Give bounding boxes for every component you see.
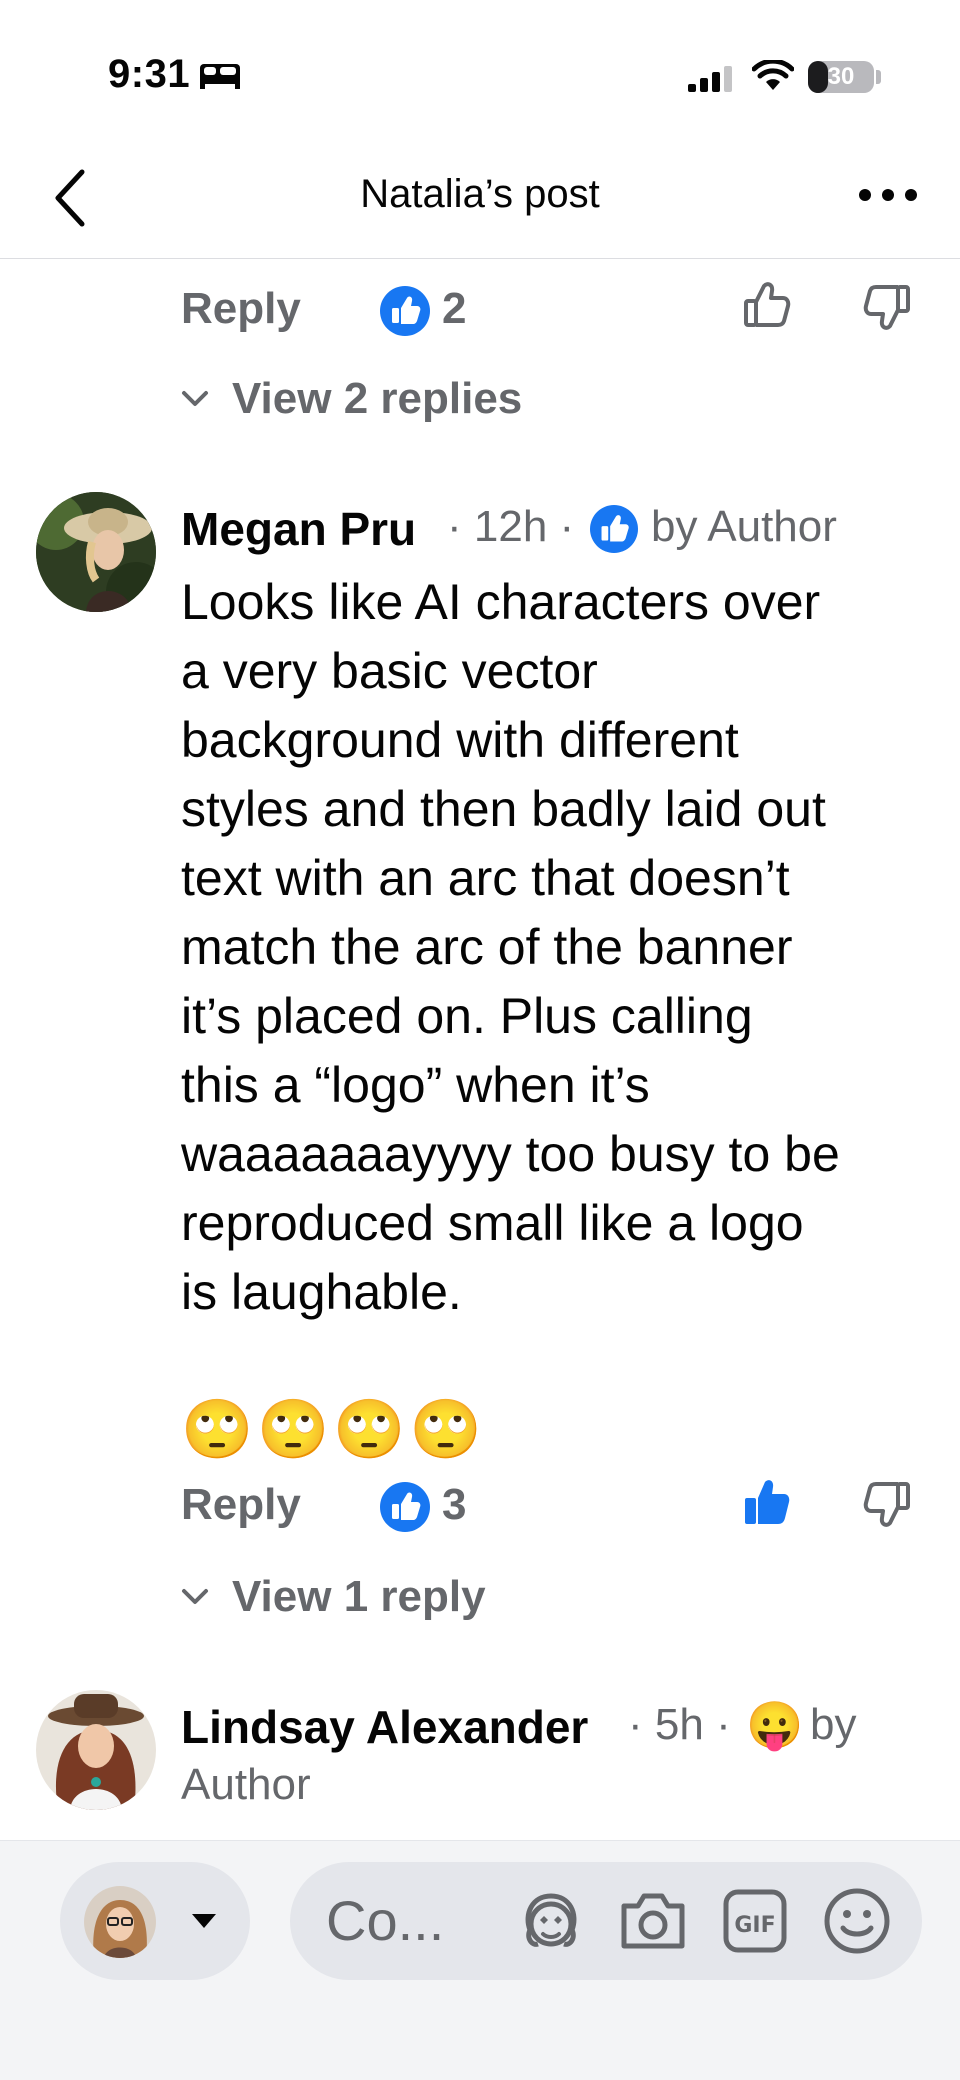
caret-down-icon[interactable] <box>190 1912 218 1930</box>
camera-icon[interactable] <box>618 1890 688 1952</box>
like-reaction-icon <box>590 505 638 553</box>
tongue-reaction-icon: 😛 <box>746 1699 804 1751</box>
author-reaction-label: by <box>810 1700 857 1749</box>
comment-author[interactable]: Megan Pru <box>181 502 416 556</box>
battery-indicator: 30 <box>808 61 874 93</box>
liked-button-icon[interactable] <box>742 1478 792 1528</box>
comment-line: match the arc of the banner <box>181 919 793 975</box>
avatar <box>84 1886 156 1958</box>
view-replies-button[interactable]: View 1 reply <box>232 1572 486 1622</box>
comment-line: this a “logo” when it’s <box>181 1057 650 1113</box>
avatar-image <box>84 1886 156 1958</box>
sleep-focus-icon <box>200 64 240 89</box>
status-time: 9:31 <box>108 52 191 96</box>
comment-time: · 5h · <box>628 1700 731 1749</box>
comment-line: it’s placed on. Plus calling <box>181 988 753 1044</box>
comment-placeholder: Co... <box>326 1889 445 1952</box>
svg-text:GIF: GIF <box>734 1913 775 1938</box>
like-button-icon[interactable] <box>742 281 792 331</box>
wifi-icon <box>752 60 794 90</box>
page-title: Natalia’s post <box>360 172 600 216</box>
dislike-button-icon[interactable] <box>862 281 912 331</box>
time-label: 12h <box>473 502 548 551</box>
comment-time: · 12h · <box>447 502 575 551</box>
avatar-image <box>36 1690 156 1810</box>
avatar-image <box>36 492 156 612</box>
comment-author[interactable]: Lindsay Alexander <box>181 1700 588 1754</box>
avatar[interactable] <box>36 492 156 612</box>
chevron-down-icon <box>182 391 208 406</box>
chevron-down-icon <box>182 1589 208 1604</box>
more-options-icon[interactable] <box>858 180 918 210</box>
comment-line: is laughable. <box>181 1264 462 1320</box>
comment-line: Looks like AI characters over <box>181 574 821 630</box>
like-reaction-icon <box>380 286 430 336</box>
battery-cap <box>876 70 881 84</box>
view-replies-button[interactable]: View 2 replies <box>232 374 522 424</box>
comment-line: waaaaaaayyyy too busy to be <box>181 1126 840 1182</box>
cellular-signal-icon <box>688 66 732 92</box>
time-label: 5h <box>654 1700 704 1749</box>
battery-percent: 30 <box>827 63 855 90</box>
comment-line: a very basic vector <box>181 643 598 699</box>
like-reaction-icon <box>380 1482 430 1532</box>
eye-roll-emojis: 🙄🙄🙄🙄 <box>181 1397 486 1462</box>
comment-line: reproduced small like a logo <box>181 1195 804 1251</box>
comment-line: styles and then badly laid out <box>181 781 826 837</box>
emoji-icon[interactable] <box>822 1886 892 1956</box>
gif-icon[interactable]: GIF <box>722 1888 788 1954</box>
avatar-sticker-icon[interactable] <box>516 1886 586 1956</box>
comment-body: Looks like AI characters over a very bas… <box>181 568 941 1327</box>
author-reaction-label: Author <box>181 1760 311 1809</box>
comment-line: background with different <box>181 712 739 768</box>
like-count: 3 <box>442 1480 467 1529</box>
avatar[interactable] <box>36 1690 156 1810</box>
author-reaction-label: by Author <box>651 502 837 551</box>
reply-button[interactable]: Reply <box>181 284 301 334</box>
like-count: 2 <box>442 284 467 333</box>
reply-button[interactable]: Reply <box>181 1480 301 1530</box>
comment-line: text with an arc that doesn’t <box>181 850 790 906</box>
dislike-button-icon[interactable] <box>862 1478 912 1528</box>
